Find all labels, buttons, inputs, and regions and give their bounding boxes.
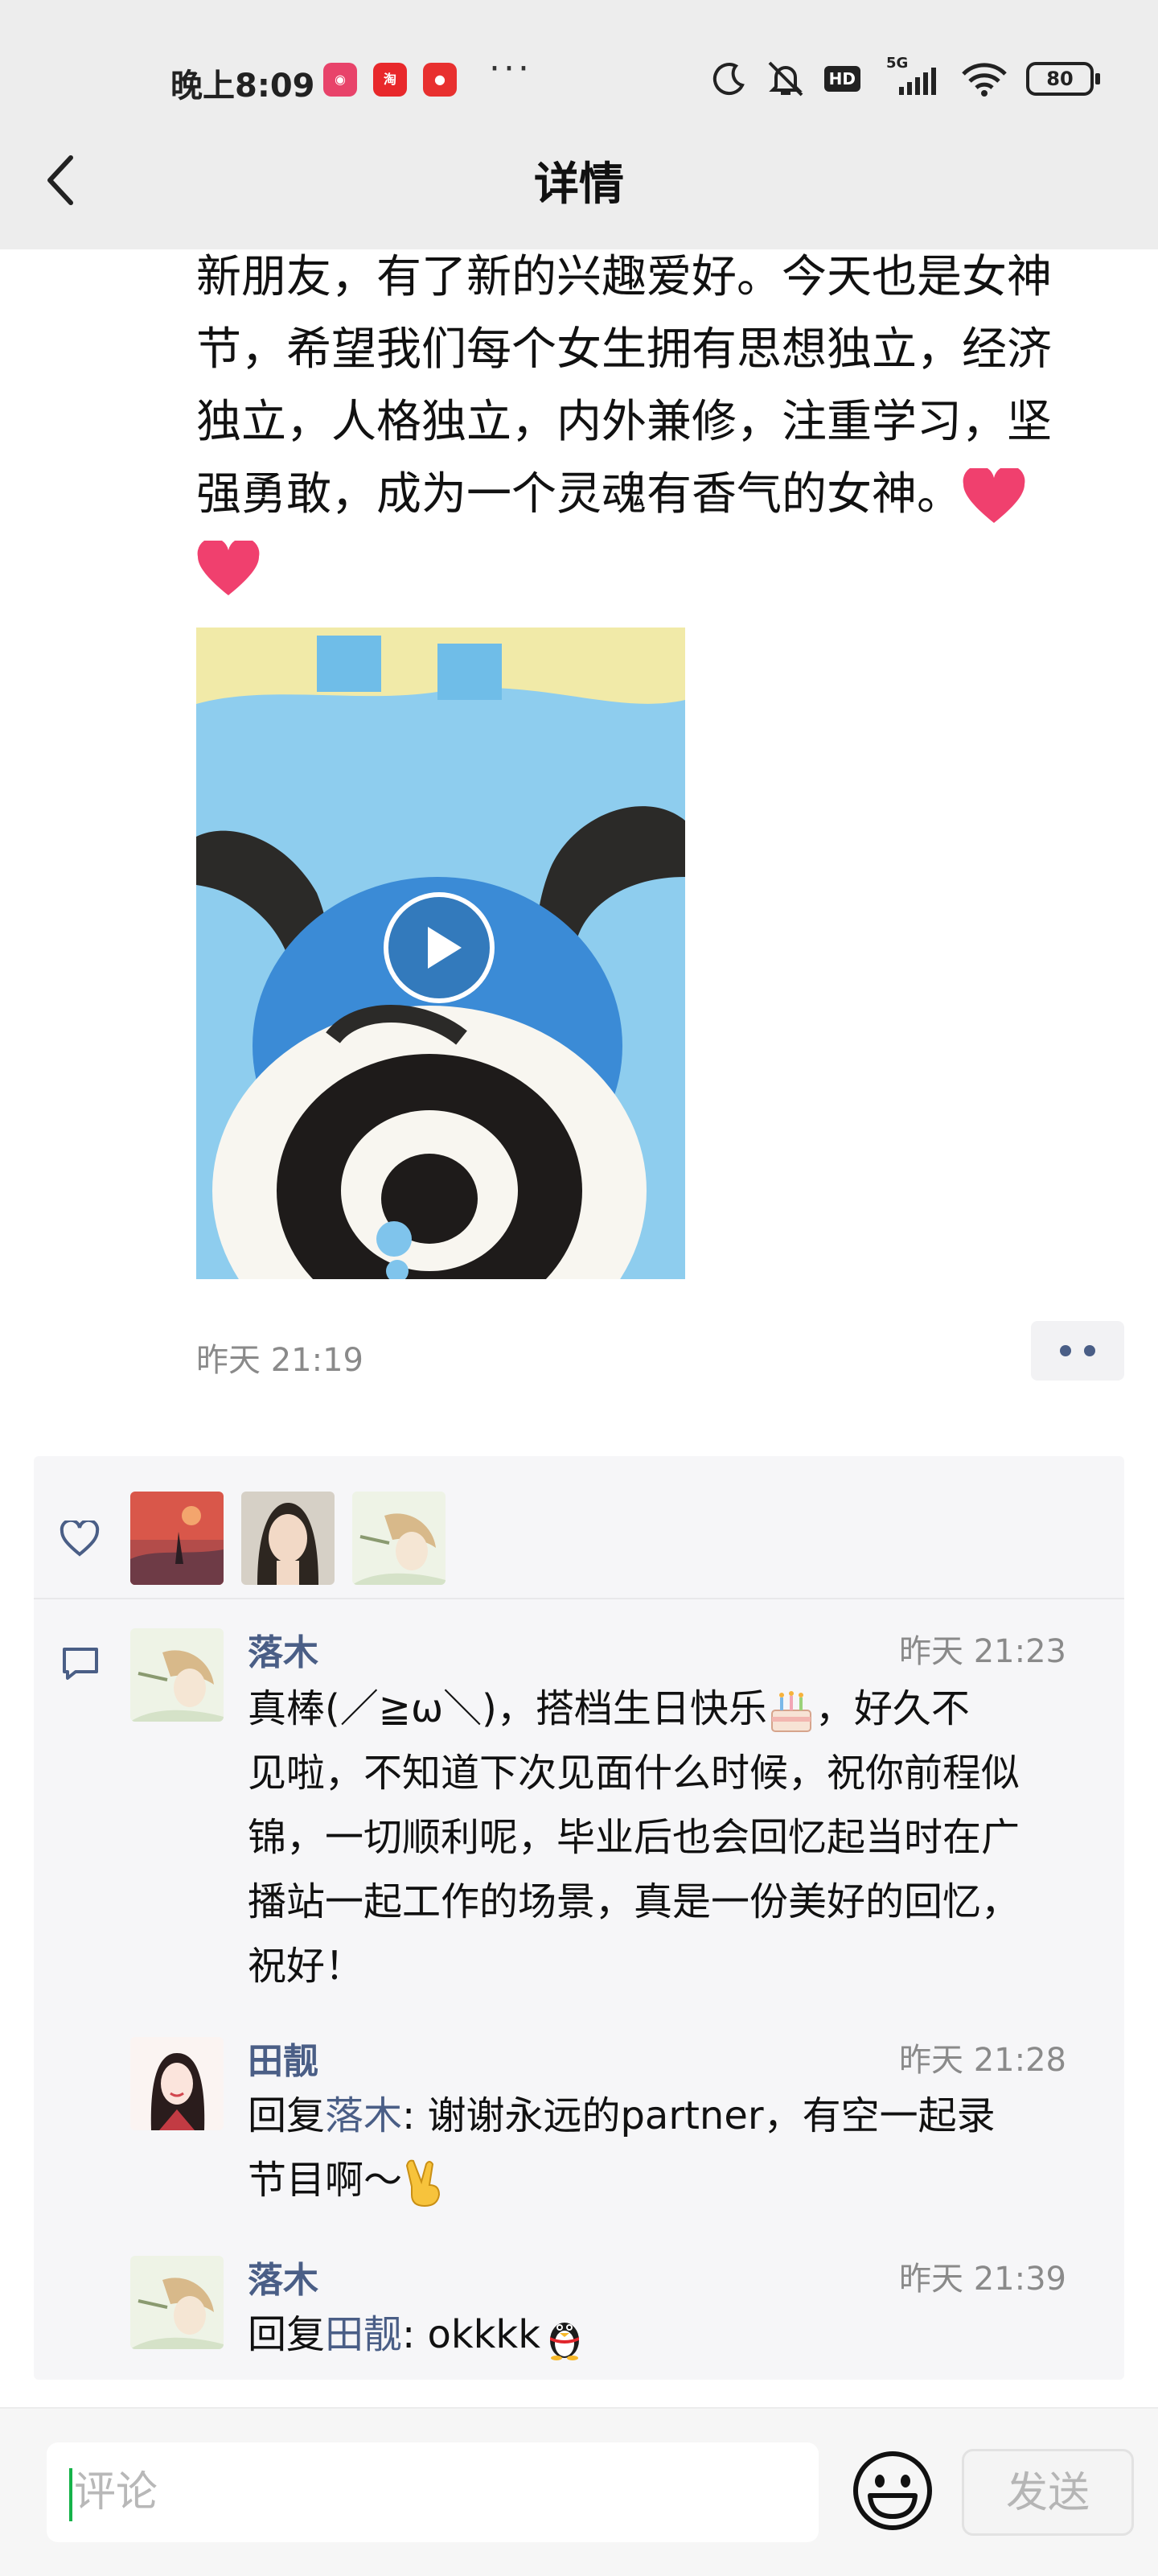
post-line-2: 节，希望我们每个女生拥有思想独立，经济: [196, 323, 1052, 376]
comment-time: 昨天 21:23: [899, 1633, 1066, 1670]
reply-target[interactable]: 田靓: [325, 2312, 402, 2357]
avatar-anime[interactable]: [130, 2256, 224, 2349]
taobao-icon: 淘: [373, 63, 407, 97]
reply-target[interactable]: 落木: [325, 2093, 402, 2138]
post-line-1: 新朋友，有了新的兴趣爱好。今天也是女神: [196, 251, 1052, 303]
comment-line-tail: ，好久不: [815, 1686, 970, 1731]
post-text: 新朋友，有了新的兴趣爱好。今天也是女神 节，希望我们每个女生拥有思想独立，经济 …: [196, 241, 1121, 603]
avatar-girl[interactable]: [241, 1492, 335, 1585]
comment-line-text: : okkkk: [402, 2312, 541, 2357]
comment-text[interactable]: 回复田靓: okkkk: [248, 2302, 1076, 2367]
app-badge-icon-1: ◉: [323, 63, 357, 97]
comment-line: 锦，一切顺利呢，毕业后也会回忆起当时在广: [248, 1815, 1020, 1860]
comment-text[interactable]: 真棒(／≧ω＼)，搭档生日快乐 ，好久不见啦，不知道下次见面什么时候，祝你前程似锦…: [248, 1677, 1076, 1998]
comment-author[interactable]: 落木: [248, 1623, 318, 1675]
notification-overflow: ···: [489, 48, 532, 89]
status-time: 晚上8:09: [170, 68, 315, 105]
post-timestamp: 昨天 21:19: [196, 1342, 363, 1379]
penguin-icon: [550, 2323, 580, 2360]
smiley-icon[interactable]: [851, 2449, 934, 2533]
comment-line: 回复落木: 谢谢永远的partner，有空一起录: [248, 2084, 1076, 2148]
battery-icon: 80: [1026, 62, 1100, 96]
comment-author[interactable]: 田靓: [248, 2032, 318, 2084]
send-button[interactable]: 发送: [962, 2449, 1134, 2536]
hd-icon: HD: [823, 66, 860, 92]
video-thumbnail[interactable]: [196, 628, 685, 1279]
comment-time: 昨天 21:28: [899, 2042, 1066, 2079]
text-caret: [69, 2468, 72, 2521]
comment-time: 昨天 21:39: [899, 2261, 1066, 2298]
post-line-3: 独立，人格独立，内外兼修，注重学习，坚: [196, 396, 1052, 448]
comment-line-text: 节目啊～: [248, 2158, 403, 2203]
heart-icon: [197, 540, 260, 595]
play-icon[interactable]: [383, 891, 495, 1004]
interaction-panel: 落木 昨天 21:23 真棒(／≧ω＼)，搭档生日快乐 ，好久不见啦，不知道下次见…: [34, 1456, 1124, 2380]
comment-line: 真棒(／≧ω＼)，搭档生日快乐 ，好久不: [248, 1677, 1076, 1741]
avatar-anime[interactable]: [352, 1492, 446, 1585]
comment-text[interactable]: 回复落木: 谢谢永远的partner，有空一起录节目啊～: [248, 2084, 1076, 2212]
mute-icon: [768, 61, 803, 97]
more-dots-icon[interactable]: [1031, 1321, 1124, 1381]
heart-icon: [963, 467, 1025, 523]
reply-prefix: 回复: [248, 2312, 326, 2357]
comment-icon: [63, 1648, 98, 1680]
avatar-sunset[interactable]: [130, 1492, 224, 1585]
avatar-tianjing[interactable]: [130, 2037, 224, 2130]
avatar-anime[interactable]: [130, 1628, 224, 1722]
comment-line: 见啦，不知道下次见面什么时候，祝你前程似: [248, 1751, 1020, 1796]
app-badge-icon-3: ●: [423, 63, 457, 97]
status-right-icons: HD 5G 80: [712, 55, 1100, 103]
likes-divider: [34, 1598, 1124, 1599]
comment-input[interactable]: [47, 2442, 819, 2542]
comment-line: 节目啊～: [248, 2148, 1076, 2212]
heart-outline-icon: [60, 1520, 100, 1557]
reply-prefix: 回复: [248, 2093, 326, 2138]
comment-author[interactable]: 落木: [248, 2251, 318, 2302]
comment-line-text: 真棒(／≧ω＼)，搭档生日快乐: [248, 1686, 767, 1731]
comment-line-text: : 谢谢永远的partner，有空一起录: [402, 2093, 996, 2138]
comment-line: 祝好！: [248, 1944, 364, 1989]
post-line-4: 强勇敢，成为一个灵魂有香气的女神。: [196, 468, 962, 521]
comment-line: 回复田靓: okkkk: [248, 2302, 1076, 2367]
birthday-cake-icon: [770, 1691, 811, 1732]
status-bar: 晚上8:09 ◉ 淘 ● ··· HD 5G 80: [0, 0, 1158, 161]
signal-icon: 5G: [878, 55, 942, 98]
comment-line: 播站一起工作的场景，真是一份美好的回忆，: [248, 1879, 1020, 1924]
victory-hand-icon: [405, 2159, 441, 2208]
wifi-icon: [962, 63, 1007, 97]
moon-icon: [712, 63, 745, 96]
page-title: 详情: [534, 158, 624, 211]
comment-input-bar: 发送: [0, 2407, 1158, 2576]
